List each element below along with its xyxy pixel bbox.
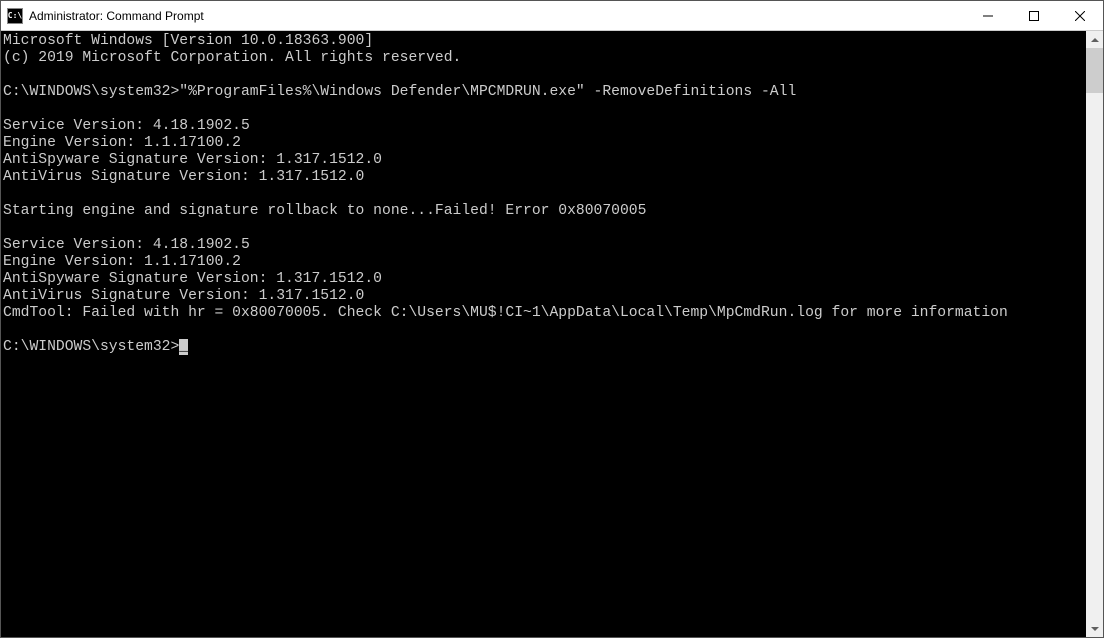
terminal-line: AntiSpyware Signature Version: 1.317.151… xyxy=(3,271,382,287)
scroll-up-arrow-icon[interactable] xyxy=(1086,31,1103,48)
terminal-line: Service Version: 4.18.1902.5 xyxy=(3,237,250,253)
terminal-line: Starting engine and signature rollback t… xyxy=(3,203,646,219)
content-area: Microsoft Windows [Version 10.0.18363.90… xyxy=(1,31,1103,637)
terminal-output[interactable]: Microsoft Windows [Version 10.0.18363.90… xyxy=(1,31,1086,637)
vertical-scrollbar[interactable] xyxy=(1086,31,1103,637)
scroll-thumb[interactable] xyxy=(1086,48,1103,93)
app-icon: C:\ xyxy=(7,8,23,24)
terminal-line: AntiVirus Signature Version: 1.317.1512.… xyxy=(3,288,364,304)
terminal-line: AntiSpyware Signature Version: 1.317.151… xyxy=(3,152,382,168)
minimize-icon xyxy=(983,11,993,21)
scroll-down-arrow-icon[interactable] xyxy=(1086,620,1103,637)
window-controls xyxy=(965,1,1103,30)
cursor: _ xyxy=(179,339,188,355)
minimize-button[interactable] xyxy=(965,1,1011,30)
maximize-button[interactable] xyxy=(1011,1,1057,30)
command-prompt-window: C:\ Administrator: Command Prompt Micros… xyxy=(0,0,1104,638)
terminal-line: C:\WINDOWS\system32> xyxy=(3,339,179,355)
maximize-icon xyxy=(1029,11,1039,21)
close-icon xyxy=(1075,11,1085,21)
terminal-line: CmdTool: Failed with hr = 0x80070005. Ch… xyxy=(3,305,1008,321)
terminal-line: (c) 2019 Microsoft Corporation. All righ… xyxy=(3,50,461,66)
close-button[interactable] xyxy=(1057,1,1103,30)
scroll-track[interactable] xyxy=(1086,93,1103,620)
terminal-line: Service Version: 4.18.1902.5 xyxy=(3,118,250,134)
terminal-line: Engine Version: 1.1.17100.2 xyxy=(3,254,241,270)
terminal-line: AntiVirus Signature Version: 1.317.1512.… xyxy=(3,169,364,185)
window-title: Administrator: Command Prompt xyxy=(29,9,965,23)
titlebar[interactable]: C:\ Administrator: Command Prompt xyxy=(1,1,1103,31)
terminal-line: Microsoft Windows [Version 10.0.18363.90… xyxy=(3,33,373,49)
terminal-line: C:\WINDOWS\system32>"%ProgramFiles%\Wind… xyxy=(3,84,796,100)
terminal-line: Engine Version: 1.1.17100.2 xyxy=(3,135,241,151)
app-icon-glyph: C:\ xyxy=(8,11,22,20)
